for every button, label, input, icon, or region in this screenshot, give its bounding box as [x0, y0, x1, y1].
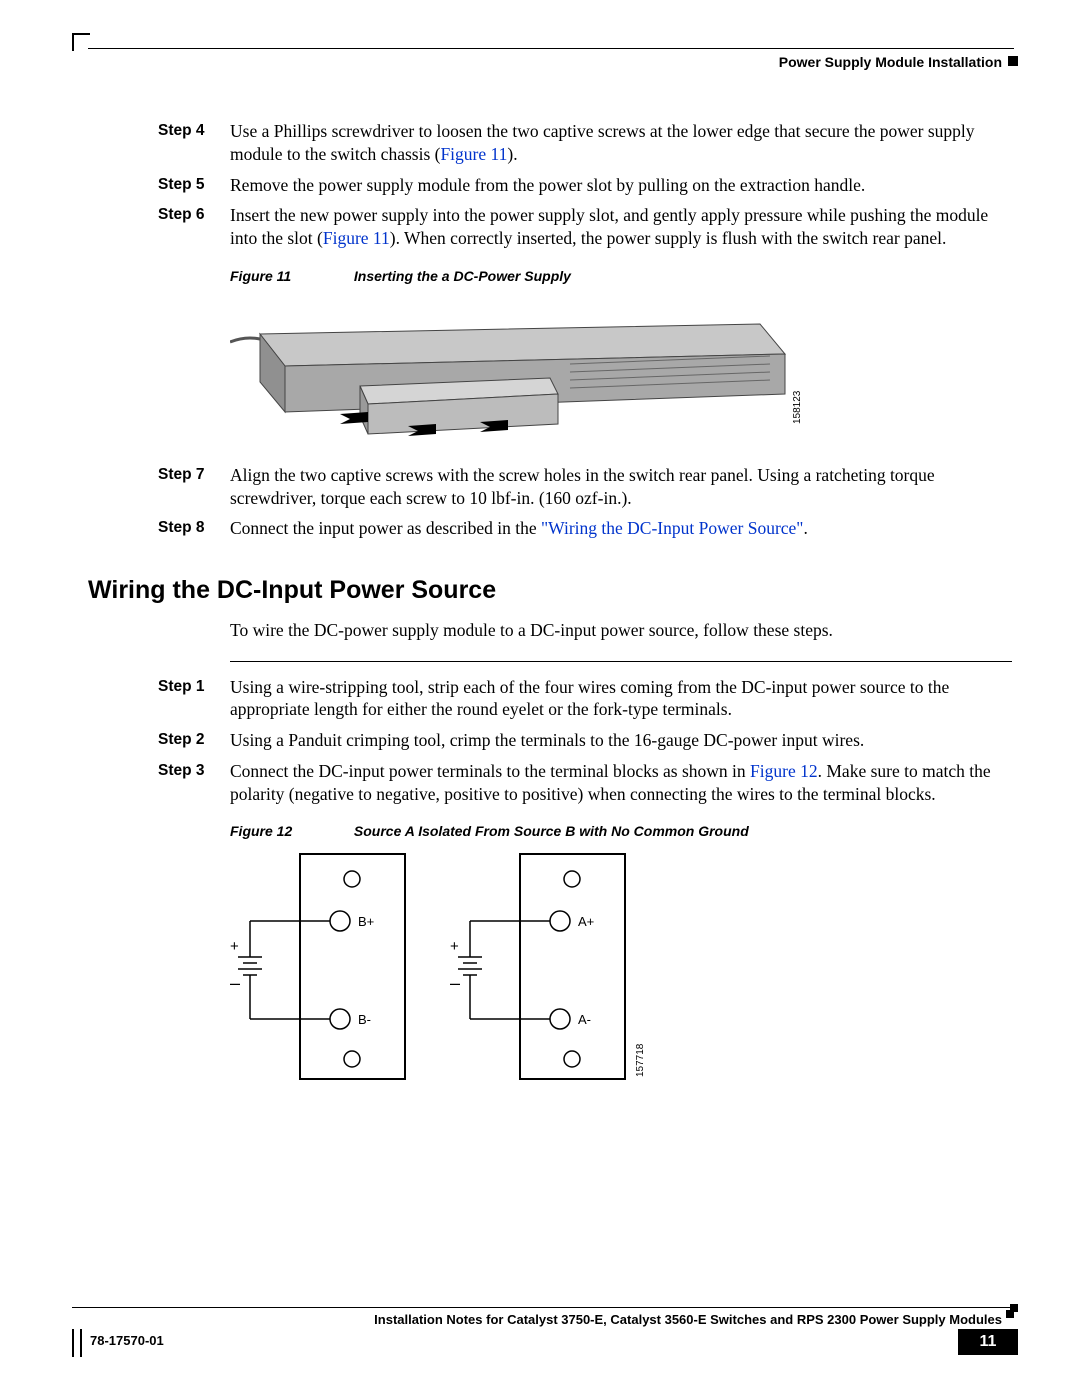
step-row: Step 1 Using a wire-stripping tool, stri… — [88, 676, 1012, 722]
figure-id: 158123 — [792, 390, 803, 423]
step-text: Remove the power supply module from the … — [230, 174, 1012, 197]
figure-caption: Figure 12 Source A Isolated From Source … — [230, 823, 1012, 839]
footer-square-icon — [1006, 1310, 1014, 1318]
page-number: 11 — [958, 1329, 1018, 1355]
step-text: Using a wire-stripping tool, strip each … — [230, 676, 1012, 722]
step-text-part: Use a Phillips screwdriver to loosen the… — [230, 121, 975, 164]
footer-bar-icon — [80, 1329, 82, 1357]
figure-link[interactable]: Figure 11 — [440, 144, 507, 164]
figure-title: Inserting the a DC-Power Supply — [354, 268, 571, 284]
step-row: Step 2 Using a Panduit crimping tool, cr… — [88, 729, 1012, 752]
step-label: Step 6 — [88, 204, 230, 250]
footer-bar-icon — [72, 1329, 74, 1357]
b-minus-label: B- — [358, 1012, 371, 1027]
header-square-icon — [1008, 56, 1018, 66]
step-row: Step 4 Use a Phillips screwdriver to loo… — [88, 120, 1012, 166]
step-label: Step 8 — [88, 517, 230, 540]
page-body: Step 4 Use a Phillips screwdriver to loo… — [88, 120, 1012, 1217]
step-row: Step 5 Remove the power supply module fr… — [88, 174, 1012, 197]
step-text: Insert the new power supply into the pow… — [230, 204, 1012, 250]
section-link[interactable]: "Wiring the DC-Input Power Source" — [541, 518, 803, 538]
header-chapter: Power Supply Module Installation — [779, 54, 1002, 70]
header-rule — [88, 48, 1014, 49]
b-plus-label: B+ — [358, 914, 374, 929]
step-label: Step 3 — [88, 760, 230, 806]
minus-label: – — [450, 973, 460, 993]
dc-power-supply-drawing — [230, 294, 790, 454]
section-heading: Wiring the DC-Input Power Source — [88, 576, 1012, 605]
figure-number: Figure 11 — [230, 268, 350, 284]
step-text: Using a Panduit crimping tool, crimp the… — [230, 729, 1012, 752]
plus-label: + — [450, 938, 459, 955]
procedure-divider — [230, 661, 1012, 662]
a-plus-label: A+ — [578, 914, 594, 929]
step-text-part: Connect the input power as described in … — [230, 518, 541, 538]
section-intro: To wire the DC-power supply module to a … — [230, 619, 1012, 643]
step-text: Align the two captive screws with the sc… — [230, 464, 1012, 510]
minus-label: – — [230, 973, 240, 993]
step-row: Step 6 Insert the new power supply into … — [88, 204, 1012, 250]
step-label: Step 7 — [88, 464, 230, 510]
step-text-part: . — [803, 518, 807, 538]
figure-title: Source A Isolated From Source B with No … — [354, 823, 749, 839]
step-row: Step 7 Align the two captive screws with… — [88, 464, 1012, 510]
step-text: Connect the input power as described in … — [230, 517, 1012, 540]
plus-label: + — [230, 938, 239, 955]
step-row: Step 3 Connect the DC-input power termin… — [88, 760, 1012, 806]
step-text-part: Connect the DC-input power terminals to … — [230, 761, 750, 781]
figure-link[interactable]: Figure 11 — [323, 228, 390, 248]
step-label: Step 1 — [88, 676, 230, 722]
figure-link[interactable]: Figure 12 — [750, 761, 818, 781]
figure-caption: Figure 11 Inserting the a DC-Power Suppl… — [230, 268, 1012, 284]
step-label: Step 5 — [88, 174, 230, 197]
figure-id: 157718 — [635, 1044, 646, 1077]
figure-11-illustration: 158123 — [230, 294, 1012, 464]
a-minus-label: A- — [578, 1012, 591, 1027]
step-text: Use a Phillips screwdriver to loosen the… — [230, 120, 1012, 166]
footer-doc-number: 78-17570-01 — [90, 1333, 164, 1348]
figure-12-illustration: + – B+ B- — [230, 849, 1012, 1089]
step-label: Step 2 — [88, 729, 230, 752]
step-text: Connect the DC-input power terminals to … — [230, 760, 1012, 806]
step-label: Step 4 — [88, 120, 230, 166]
figure-number: Figure 12 — [230, 823, 350, 839]
isolated-sources-schematic: + – B+ B- — [230, 849, 660, 1084]
footer-rule — [72, 1307, 1018, 1308]
footer-doc-title: Installation Notes for Catalyst 3750-E, … — [72, 1308, 1018, 1327]
step-row: Step 8 Connect the input power as descri… — [88, 517, 1012, 540]
page-footer: Installation Notes for Catalyst 3750-E, … — [72, 1307, 1018, 1357]
step-text-part: ). — [507, 144, 517, 164]
step-text-part: ). When correctly inserted, the power su… — [390, 228, 947, 248]
